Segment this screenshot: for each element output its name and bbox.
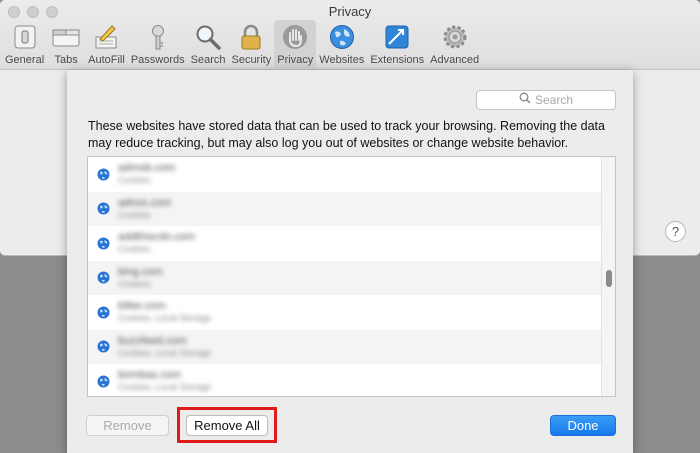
globe-icon	[97, 375, 110, 388]
remove-button[interactable]: Remove	[86, 415, 169, 436]
key-icon	[142, 22, 174, 52]
list-scrollbar[interactable]	[601, 157, 615, 396]
puzzle-icon	[381, 22, 413, 52]
pencil-form-icon	[90, 22, 122, 52]
list-item[interactable]: adnxs.com Cookies	[88, 191, 615, 226]
tabs-icon	[50, 22, 82, 52]
globe-icon	[97, 271, 110, 284]
description-text: These websites have stored data that can…	[88, 119, 605, 150]
remove-all-button[interactable]: Remove All	[186, 415, 268, 436]
tab-security[interactable]: Security	[228, 20, 274, 68]
search-icon	[519, 91, 531, 109]
list-item[interactable]: buzzfeed.com Cookies, Local Storage	[88, 329, 615, 364]
tab-autofill[interactable]: AutoFill	[85, 20, 128, 68]
tab-advanced[interactable]: Advanced	[427, 20, 482, 68]
help-button[interactable]: ?	[665, 221, 686, 242]
globe-icon	[97, 202, 110, 215]
website-list[interactable]: admob.com Cookies adnxs.com Cookies addthi…	[87, 156, 616, 397]
search-placeholder: Search	[534, 93, 574, 107]
scrollbar-thumb[interactable]	[606, 270, 612, 287]
tab-passwords[interactable]: Passwords	[128, 20, 188, 68]
globe-icon	[97, 340, 110, 353]
magnifier-icon	[192, 22, 224, 52]
tab-general[interactable]: General	[2, 20, 47, 68]
list-item[interactable]: addthiscdn.com Cookies	[88, 226, 615, 261]
tab-extensions[interactable]: Extensions	[367, 20, 427, 68]
globe-icon	[97, 168, 110, 181]
padlock-icon	[235, 22, 267, 52]
globe-icon	[326, 22, 358, 52]
search-field[interactable]: Search	[476, 90, 616, 110]
website-data-sheet: Search These websites have stored data t…	[67, 70, 633, 453]
tab-tabs[interactable]: Tabs	[47, 20, 85, 68]
hand-icon	[279, 22, 311, 52]
title-bar: Privacy General Tabs AutoFill Passwords …	[0, 0, 700, 70]
tab-search[interactable]: Search	[188, 20, 229, 68]
switch-icon	[9, 22, 41, 52]
globe-icon	[97, 306, 110, 319]
tab-websites[interactable]: Websites	[316, 20, 367, 68]
tab-privacy[interactable]: Privacy	[274, 20, 317, 68]
list-item[interactable]: admob.com Cookies	[88, 157, 615, 192]
preferences-toolbar: General Tabs AutoFill Passwords Search S…	[2, 20, 482, 70]
list-item[interactable]: bitter.com Cookies, Local Storage	[88, 295, 615, 330]
list-item[interactable]: bombas.com Cookies, Local Storage	[88, 364, 615, 396]
globe-icon	[97, 237, 110, 250]
done-button[interactable]: Done	[550, 415, 616, 436]
list-item[interactable]: bing.com Cookies	[88, 260, 615, 295]
gear-icon	[439, 22, 471, 52]
window-title: Privacy	[328, 4, 372, 19]
